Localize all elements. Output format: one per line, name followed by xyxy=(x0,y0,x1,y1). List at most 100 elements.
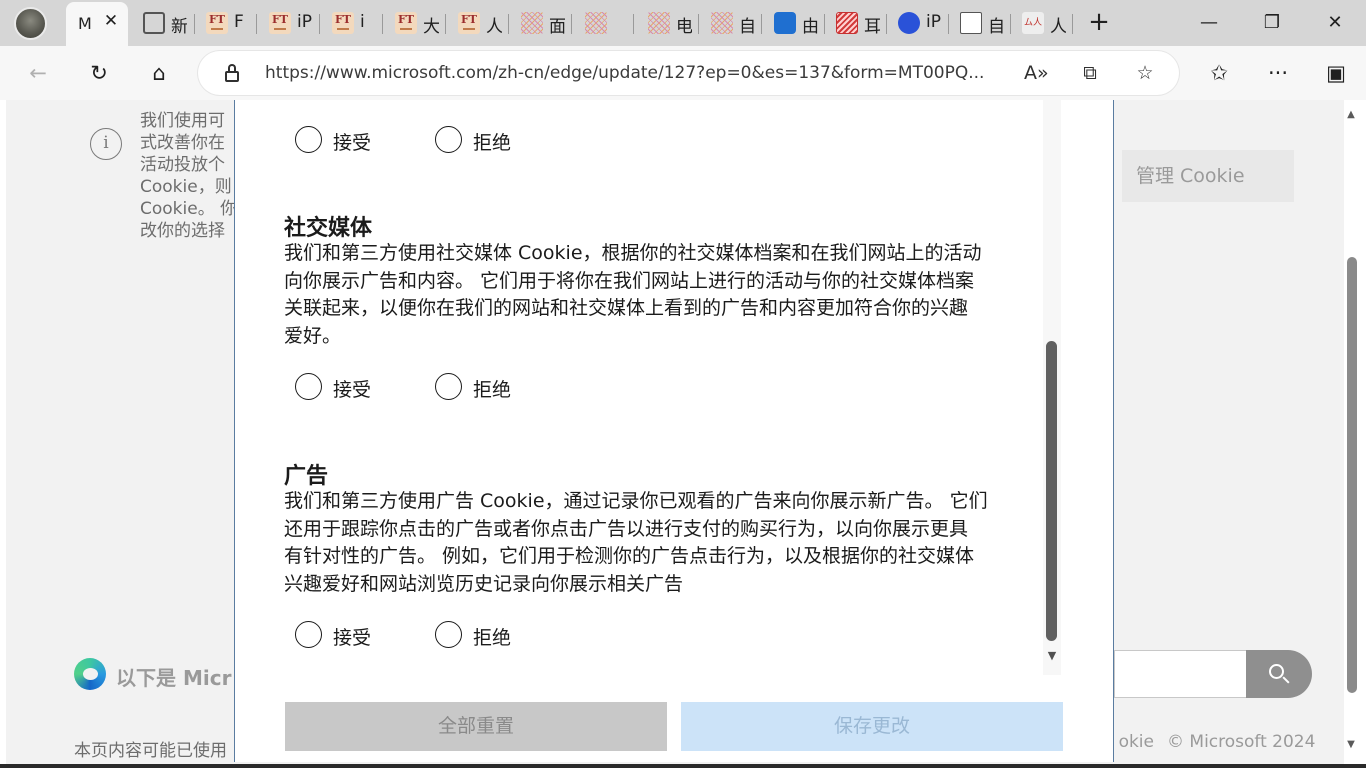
tab-strip: M ✕ 新 FT F FT iP FT i FT 大 FT 人 面 电 自 由 … xyxy=(0,0,1366,46)
read-aloud-icon[interactable]: A» xyxy=(1024,61,1049,85)
tab-label: 自 xyxy=(739,17,755,37)
refresh-button[interactable]: ↻ xyxy=(85,59,113,87)
social-reject-radio[interactable]: 拒绝 xyxy=(435,373,525,401)
new-tab-button[interactable]: + xyxy=(1087,9,1111,36)
accept-radio[interactable]: 接受 xyxy=(295,126,385,154)
tab-item[interactable]: 自 xyxy=(711,10,761,38)
tab-item[interactable] xyxy=(585,10,635,38)
tab-item[interactable]: 面 xyxy=(521,10,571,38)
taskbar-edge xyxy=(0,764,1366,768)
reject-radio[interactable]: 拒绝 xyxy=(435,126,525,154)
footer-note: 本页内容可能已使用 xyxy=(74,741,227,761)
profile-avatar[interactable] xyxy=(14,7,47,40)
radio-circle[interactable] xyxy=(435,126,462,153)
immersive-reader-icon[interactable]: ⧉ xyxy=(1078,61,1102,85)
tab-separator xyxy=(761,14,762,34)
lock-icon[interactable] xyxy=(222,63,242,83)
sidebar-button[interactable]: ▣ xyxy=(1322,59,1350,87)
tab-item[interactable]: 由 xyxy=(774,10,824,38)
home-button[interactable]: ⌂ xyxy=(145,59,173,87)
favorites-button[interactable]: ✩ xyxy=(1205,59,1233,87)
page-scroll-up-arrow[interactable]: ▲ xyxy=(1345,110,1357,120)
dialog-scrollbar-thumb[interactable] xyxy=(1046,341,1057,641)
radio-circle[interactable] xyxy=(435,373,462,400)
tab-item[interactable]: FT 人 xyxy=(458,10,508,38)
page-content-left xyxy=(6,254,234,710)
ads-reject-radio[interactable]: 拒绝 xyxy=(435,621,525,649)
radio-label: 接受 xyxy=(333,379,372,401)
tab-item[interactable]: FT iP xyxy=(269,10,319,38)
tab-item[interactable]: 新 xyxy=(143,10,193,38)
tab-separator xyxy=(633,14,634,34)
lattice-icon xyxy=(648,12,670,34)
cookie-preferences-dialog: 接受 拒绝 社交媒体 我们和第三方使用社交媒体 Cookie，根据你的社交媒体档… xyxy=(234,100,1114,762)
tab-separator xyxy=(886,14,887,34)
url-text[interactable]: https://www.microsoft.com/zh-cn/edge/upd… xyxy=(265,63,1000,83)
social-media-title: 社交媒体 xyxy=(284,216,373,241)
close-window-button[interactable]: ✕ xyxy=(1320,8,1350,38)
address-bar[interactable]: https://www.microsoft.com/zh-cn/edge/upd… xyxy=(198,51,1179,95)
promo-text: 以下是 Micr xyxy=(116,666,232,690)
tab-separator xyxy=(1010,14,1011,34)
tab-item[interactable]: 电 xyxy=(648,10,698,38)
tab-item[interactable]: FT F xyxy=(206,10,256,38)
paw-icon xyxy=(898,12,920,34)
tab-label: 面 xyxy=(549,17,565,37)
social-media-description: 我们和第三方使用社交媒体 Cookie，根据你的社交媒体档案和在我们网站上的活动… xyxy=(284,242,982,347)
page-scroll-down-arrow[interactable]: ▼ xyxy=(1345,740,1357,750)
tab-separator xyxy=(194,14,195,34)
tab-item[interactable]: 自 xyxy=(960,10,1010,38)
dialog-scroll-area[interactable]: 接受 拒绝 社交媒体 我们和第三方使用社交媒体 Cookie，根据你的社交媒体档… xyxy=(235,100,1063,675)
save-changes-button[interactable]: 保存更改 xyxy=(681,702,1063,751)
lattice-icon xyxy=(521,12,543,34)
stripe-icon xyxy=(836,12,858,34)
tab-separator xyxy=(824,14,825,34)
more-button[interactable]: ··· xyxy=(1264,59,1292,87)
tab-separator xyxy=(508,14,509,34)
tab-label: 耳 xyxy=(864,17,880,37)
back-button[interactable]: ← xyxy=(24,59,52,87)
radio-label: 接受 xyxy=(333,627,372,649)
info-icon: i xyxy=(90,128,122,160)
restore-button[interactable]: ❐ xyxy=(1257,8,1287,38)
dialog-scroll-down-arrow[interactable]: ▼ xyxy=(1045,650,1059,662)
tab-active[interactable]: M ✕ xyxy=(66,2,128,46)
social-accept-radio[interactable]: 接受 xyxy=(295,373,385,401)
tab-title: M xyxy=(78,14,92,33)
search-input[interactable] xyxy=(1114,650,1246,698)
radio-label: 拒绝 xyxy=(473,379,512,401)
ft-icon: FT xyxy=(269,12,291,34)
tab-item[interactable]: ム人 人 xyxy=(1022,10,1072,38)
tab-label: 人 xyxy=(486,17,502,37)
manage-cookie-button[interactable]: 管理 Cookie xyxy=(1122,150,1294,202)
tab-item[interactable]: iP xyxy=(898,10,948,38)
lattice-icon xyxy=(711,12,733,34)
radio-circle[interactable] xyxy=(295,126,322,153)
tab-label: 由 xyxy=(802,17,818,37)
tab-close-icon[interactable]: ✕ xyxy=(100,10,122,32)
radio-circle[interactable] xyxy=(295,373,322,400)
reset-all-button[interactable]: 全部重置 xyxy=(285,702,667,751)
tab-item[interactable]: FT i xyxy=(332,10,382,38)
radio-circle[interactable] xyxy=(435,621,462,648)
tab-separator xyxy=(445,14,446,34)
tab-item[interactable]: FT 大 xyxy=(395,10,445,38)
tab-label: 电 xyxy=(676,17,692,37)
tab-label: 新 xyxy=(171,17,187,37)
favorite-star-icon[interactable]: ☆ xyxy=(1133,61,1157,85)
advertising-title: 广告 xyxy=(284,464,329,489)
tab-separator xyxy=(1072,14,1073,34)
ft-icon: FT xyxy=(458,12,480,34)
ads-accept-radio[interactable]: 接受 xyxy=(295,621,385,649)
page-scrollbar-thumb[interactable] xyxy=(1347,257,1357,693)
tab-item[interactable]: 耳 xyxy=(836,10,886,38)
page-content-right xyxy=(1114,254,1344,710)
calendar-icon xyxy=(143,12,165,34)
edge-logo-icon xyxy=(74,658,106,690)
tab-separator xyxy=(382,14,383,34)
minimize-button[interactable]: — xyxy=(1194,8,1224,38)
footer-cookie-link[interactable]: okie xyxy=(1114,732,1154,752)
radio-circle[interactable] xyxy=(295,621,322,648)
radio-label: 拒绝 xyxy=(473,132,512,154)
search-button[interactable] xyxy=(1246,650,1312,698)
